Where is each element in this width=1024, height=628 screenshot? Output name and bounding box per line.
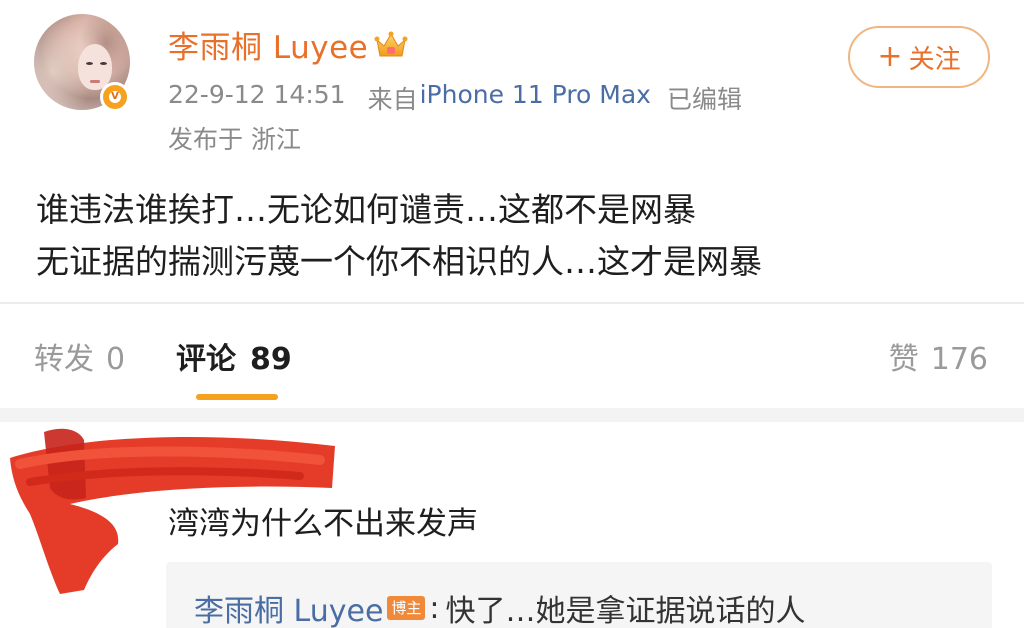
- tab-likes-count: 176: [930, 342, 988, 377]
- author-name[interactable]: 李雨桐 Luyee: [168, 22, 368, 67]
- author-name-row: 李雨桐 Luyee: [168, 22, 408, 67]
- author-avatar[interactable]: V: [34, 14, 138, 118]
- post-content-line: 谁违法谁挨打…无论如何谴责…这都不是网暴: [36, 190, 696, 229]
- comment-text: 湾湾为什么不出来发声: [168, 506, 478, 542]
- tab-comments[interactable]: 评论 89: [176, 334, 292, 378]
- weibo-post-page: V 李雨桐 Luyee 22-9-12 14:51 来自 iPhone 11 P…: [0, 0, 1024, 628]
- verified-v-icon: V: [100, 82, 130, 112]
- edited-label[interactable]: 已编辑: [667, 80, 742, 116]
- plus-icon: +: [877, 39, 903, 74]
- source-prefix: 来自: [367, 85, 418, 114]
- divider: [0, 302, 1024, 304]
- post-location: 发布于 浙江: [168, 125, 301, 154]
- post-content: 谁违法谁挨打…无论如何谴责…这都不是网暴 无证据的揣测污蔑一个你不相识的人…这才…: [36, 184, 762, 288]
- tab-likes-label: 赞: [888, 342, 919, 377]
- tab-repost-label: 转发: [34, 342, 94, 377]
- reply-colon: :: [429, 590, 440, 626]
- reply-text: 快了…她是拿证据说话的人: [445, 594, 806, 628]
- tab-likes[interactable]: 赞 176: [889, 334, 988, 378]
- post-content-line: 无证据的揣测污蔑一个你不相识的人…这才是网暴: [36, 242, 762, 281]
- follow-button[interactable]: + 关注: [848, 26, 990, 88]
- interaction-tabs: 转发 0 评论 89 赞 176: [0, 306, 1024, 406]
- source-device-link[interactable]: iPhone 11 Pro Max: [420, 80, 651, 116]
- tab-comments-count: 89: [250, 342, 292, 377]
- active-tab-indicator: [196, 394, 278, 400]
- crown-icon: [374, 31, 408, 56]
- reply-author-link[interactable]: 李雨桐 Luyee: [194, 586, 383, 628]
- tab-comments-label: 评论: [176, 342, 236, 377]
- tab-repost[interactable]: 转发 0: [34, 334, 125, 378]
- follow-label: 关注: [908, 44, 961, 75]
- reply-line: 李雨桐 Luyee 博主 : 快了…她是拿证据说话的人: [194, 586, 806, 628]
- author-badge: 博主: [387, 596, 426, 620]
- post-meta: 22-9-12 14:51 来自 iPhone 11 Pro Max 已编辑: [168, 80, 742, 116]
- reply-preview[interactable]: 李雨桐 Luyee 博主 : 快了…她是拿证据说话的人: [166, 562, 992, 628]
- post-time: 22-9-12 14:51: [168, 80, 346, 109]
- tab-repost-count: 0: [106, 342, 126, 377]
